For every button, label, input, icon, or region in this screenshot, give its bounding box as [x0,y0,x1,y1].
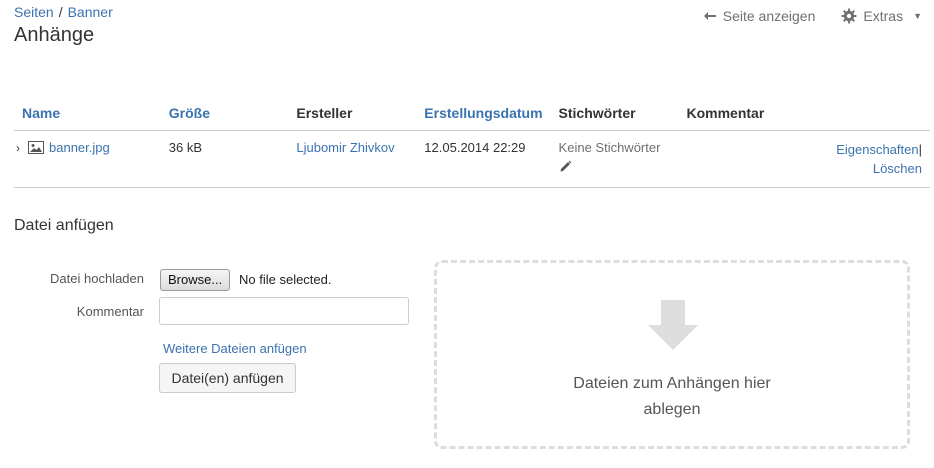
cell-comment [678,130,829,188]
header-actions: Seite anzeigen Extras ▼ [703,8,922,24]
drop-zone-text: Dateien zum Anhängen hier ablegen [437,371,907,423]
breadcrumb-link-seiten[interactable]: Seiten [14,4,54,20]
view-page-button[interactable]: Seite anzeigen [703,8,816,24]
column-header-size[interactable]: Größe [160,97,289,131]
chevron-right-icon[interactable]: › [16,141,28,155]
comment-label: Kommentar [76,304,144,319]
breadcrumb: Seiten / Banner [14,4,113,20]
labels-text: Keine Stichwörter [558,140,661,155]
upload-label: Datei hochladen [50,271,144,286]
browse-button[interactable]: Browse... [160,269,231,291]
cell-name: › banner.jpg [14,130,161,188]
page-title: Anhänge [14,24,95,46]
cell-size: 36 kB [160,130,289,188]
image-file-icon [28,141,44,154]
column-header-name[interactable]: Name [14,97,161,131]
pencil-icon[interactable] [559,160,572,173]
table-row: › banner.jpg 36 kB Ljubomir Zhivkov 12.0… [14,130,930,188]
tools-menu-button[interactable]: Extras ▼ [841,8,922,24]
breadcrumb-link-banner[interactable]: Banner [68,4,113,20]
attach-files-button[interactable]: Datei(en) anfügen [159,363,296,393]
attach-section-title: Datei anfügen [14,217,114,234]
table-header-row: Name Größe Ersteller Erstellungsdatum St… [14,97,930,131]
drop-zone[interactable]: Dateien zum Anhängen hier ablegen [434,260,910,449]
cell-creator: Ljubomir Zhivkov [288,130,417,188]
down-arrow-icon [648,300,698,350]
ops-divider: | [918,142,922,157]
breadcrumb-separator: / [58,4,63,20]
cell-date: 12.05.2014 22:29 [416,130,551,188]
attachment-name-link[interactable]: banner.jpg [49,140,110,155]
properties-link[interactable]: Eigenschaften [836,142,918,157]
file-status-text: No file selected. [239,272,332,287]
column-header-operations [828,97,930,131]
drop-zone-line-2: ablegen [643,401,701,418]
column-header-labels: Stichwörter [550,97,679,131]
tools-label: Extras [863,8,904,24]
view-page-label: Seite anzeigen [722,8,816,24]
cell-labels: Keine Stichwörter [550,130,679,188]
drop-zone-line-1: Dateien zum Anhängen hier [573,375,771,392]
delete-link[interactable]: Löschen [873,161,922,176]
comment-input[interactable] [159,297,409,325]
back-arrow-icon [703,12,716,20]
column-header-creator: Ersteller [288,97,417,131]
attachments-table: Name Größe Ersteller Erstellungsdatum St… [14,97,930,188]
column-header-date[interactable]: Erstellungsdatum [416,97,551,131]
add-more-files-link[interactable]: Weitere Dateien anfügen [163,341,307,356]
gear-icon [841,8,857,24]
column-header-comment: Kommentar [678,97,829,131]
cell-operations: Eigenschaften| Löschen [828,130,930,188]
caret-down-icon: ▼ [913,11,922,21]
creator-link[interactable]: Ljubomir Zhivkov [296,140,394,155]
